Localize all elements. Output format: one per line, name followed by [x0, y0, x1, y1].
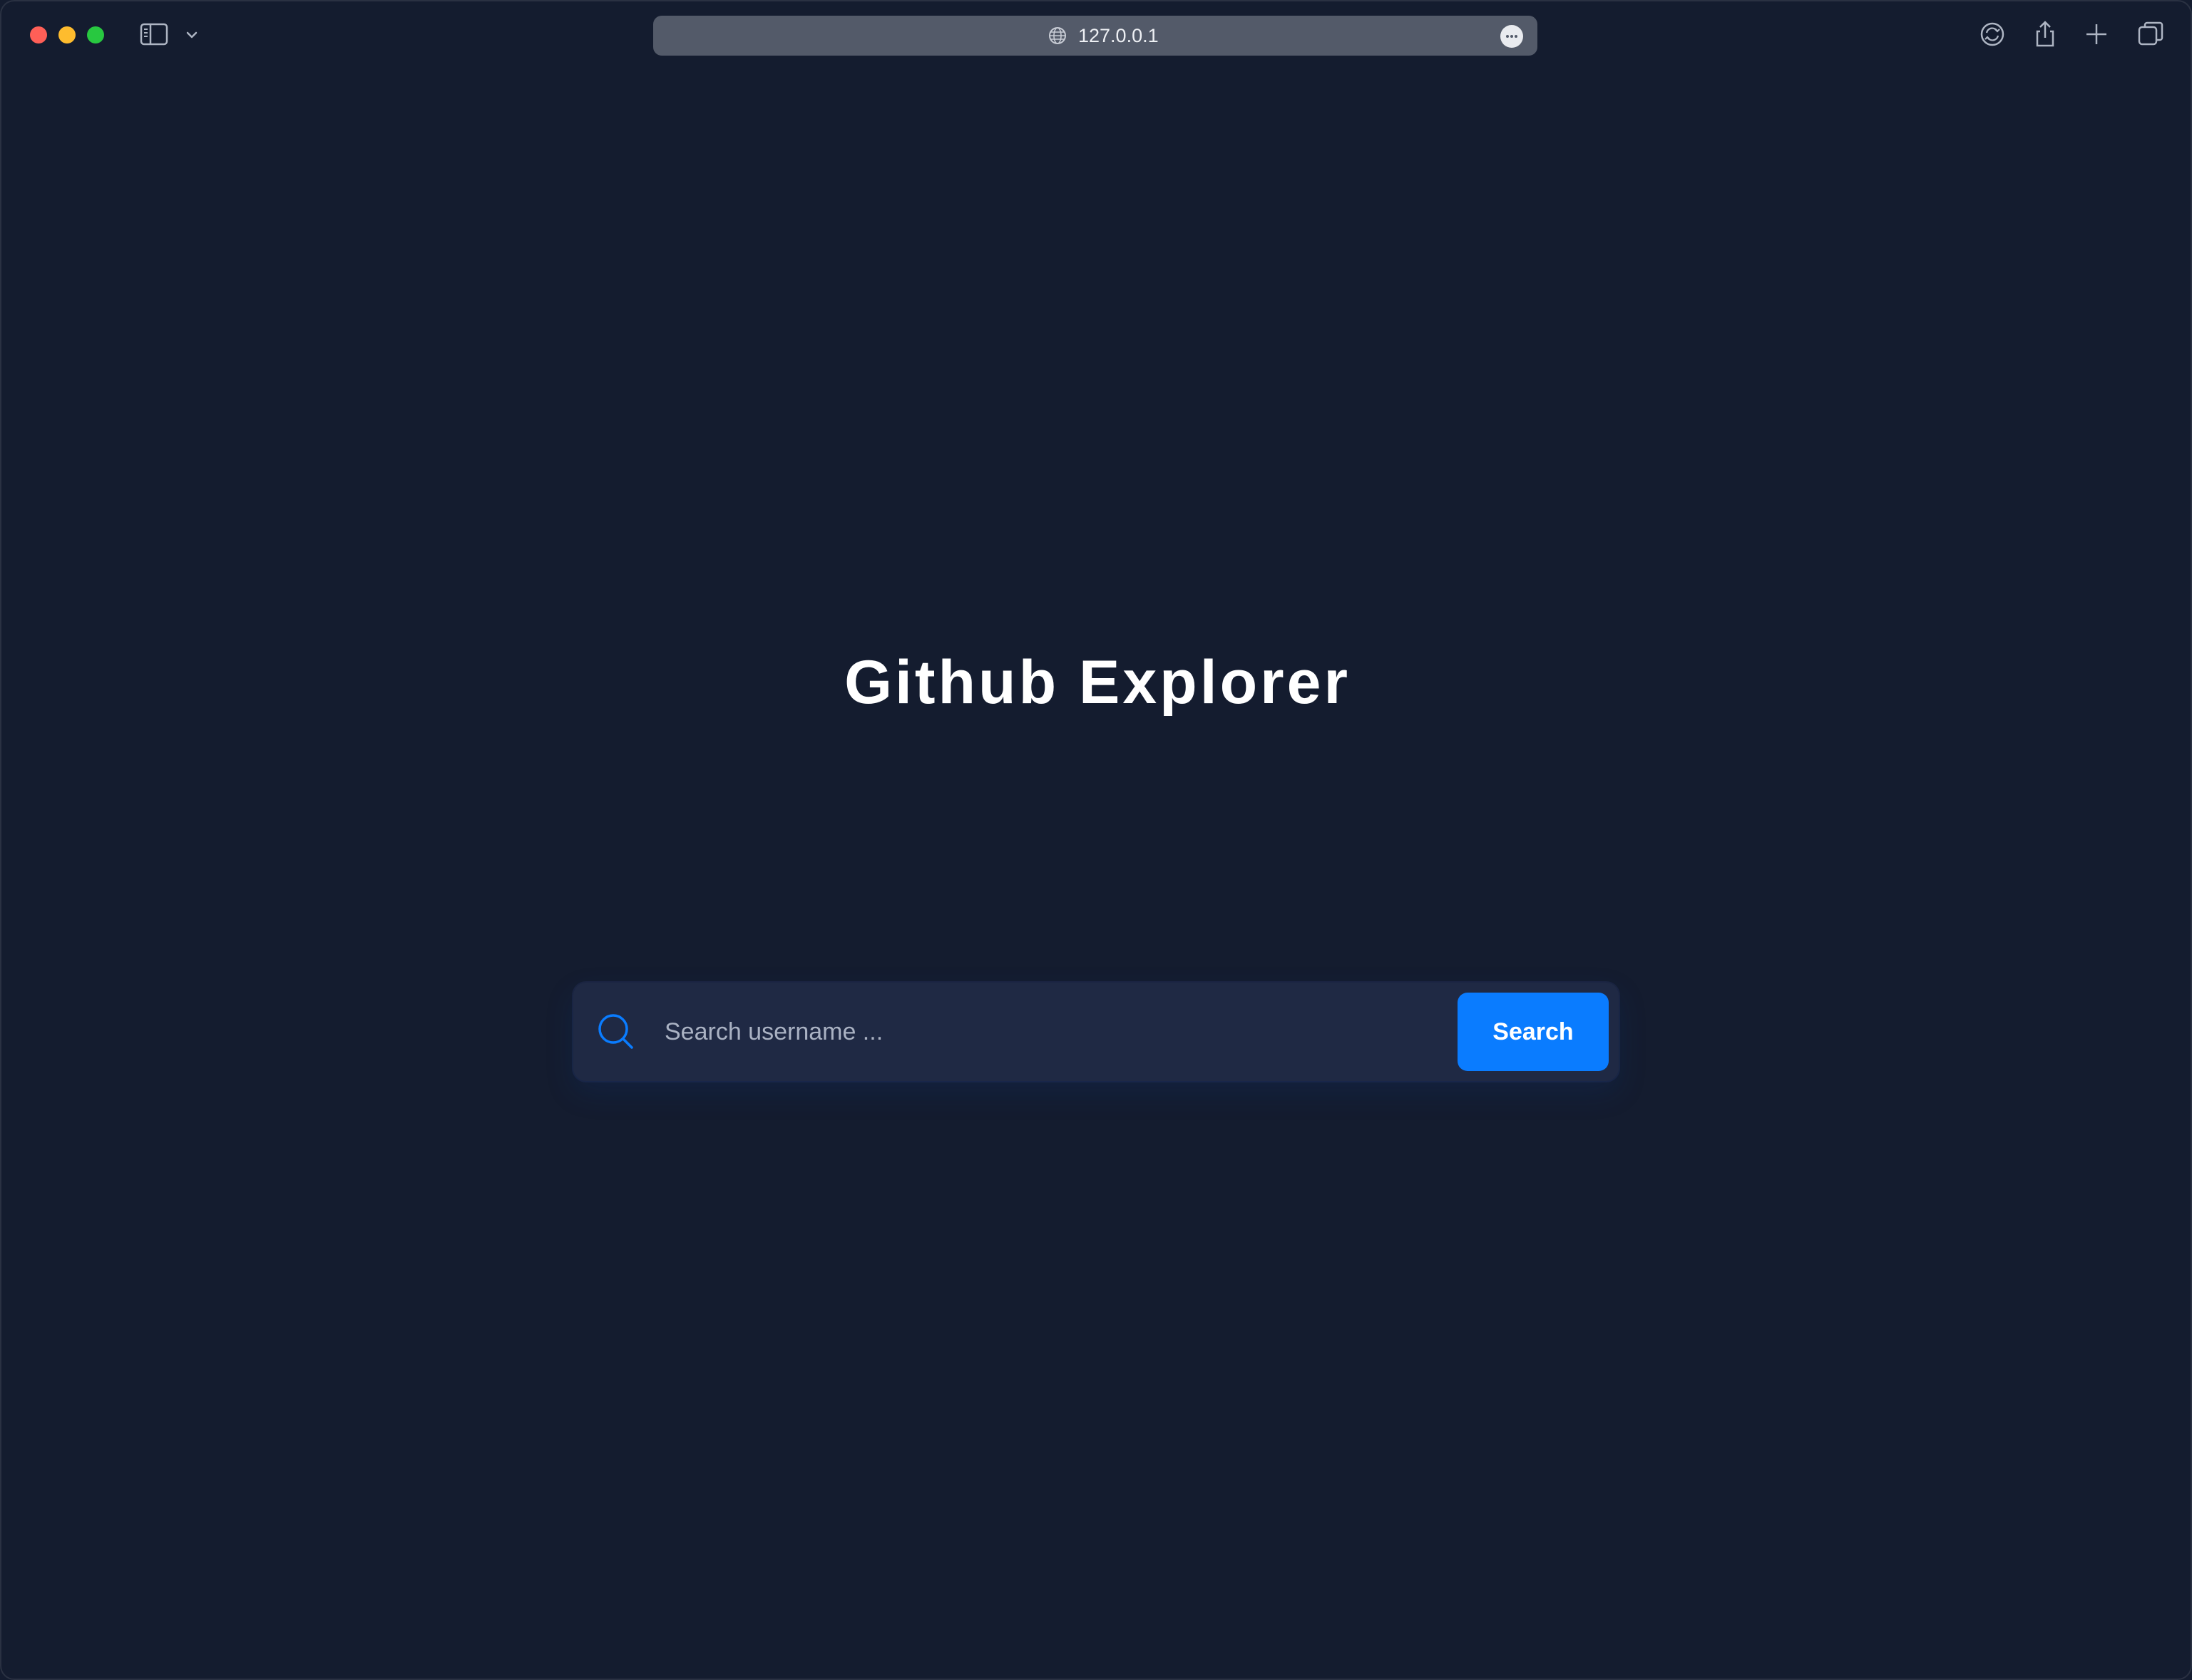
plus-icon[interactable] — [2082, 20, 2111, 48]
tabs-overview-icon[interactable] — [2136, 20, 2165, 48]
reload-icon[interactable] — [1978, 20, 2007, 48]
search-button[interactable]: Search — [1458, 993, 1609, 1071]
close-window-button[interactable] — [30, 26, 47, 43]
chevron-down-icon[interactable] — [184, 27, 200, 43]
more-icon[interactable] — [1500, 25, 1523, 48]
search-input[interactable] — [665, 1000, 1292, 1064]
page-title: Github Explorer — [844, 648, 1351, 717]
search-icon — [596, 1012, 636, 1052]
browser-toolbar: 127.0.0.1 — [1, 1, 2191, 70]
minimize-window-button[interactable] — [58, 26, 76, 43]
browser-window: 127.0.0.1 Github Explorer Search usernam… — [0, 0, 2192, 1680]
maximize-window-button[interactable] — [87, 26, 104, 43]
search-box: Search — [573, 983, 1619, 1081]
address-url: 127.0.0.1 — [1078, 25, 1159, 46]
sidebar-icon[interactable] — [140, 23, 168, 46]
address-bar[interactable]: 127.0.0.1 — [653, 16, 1537, 56]
share-icon[interactable] — [2031, 20, 2059, 48]
globe-icon — [1048, 26, 1067, 45]
